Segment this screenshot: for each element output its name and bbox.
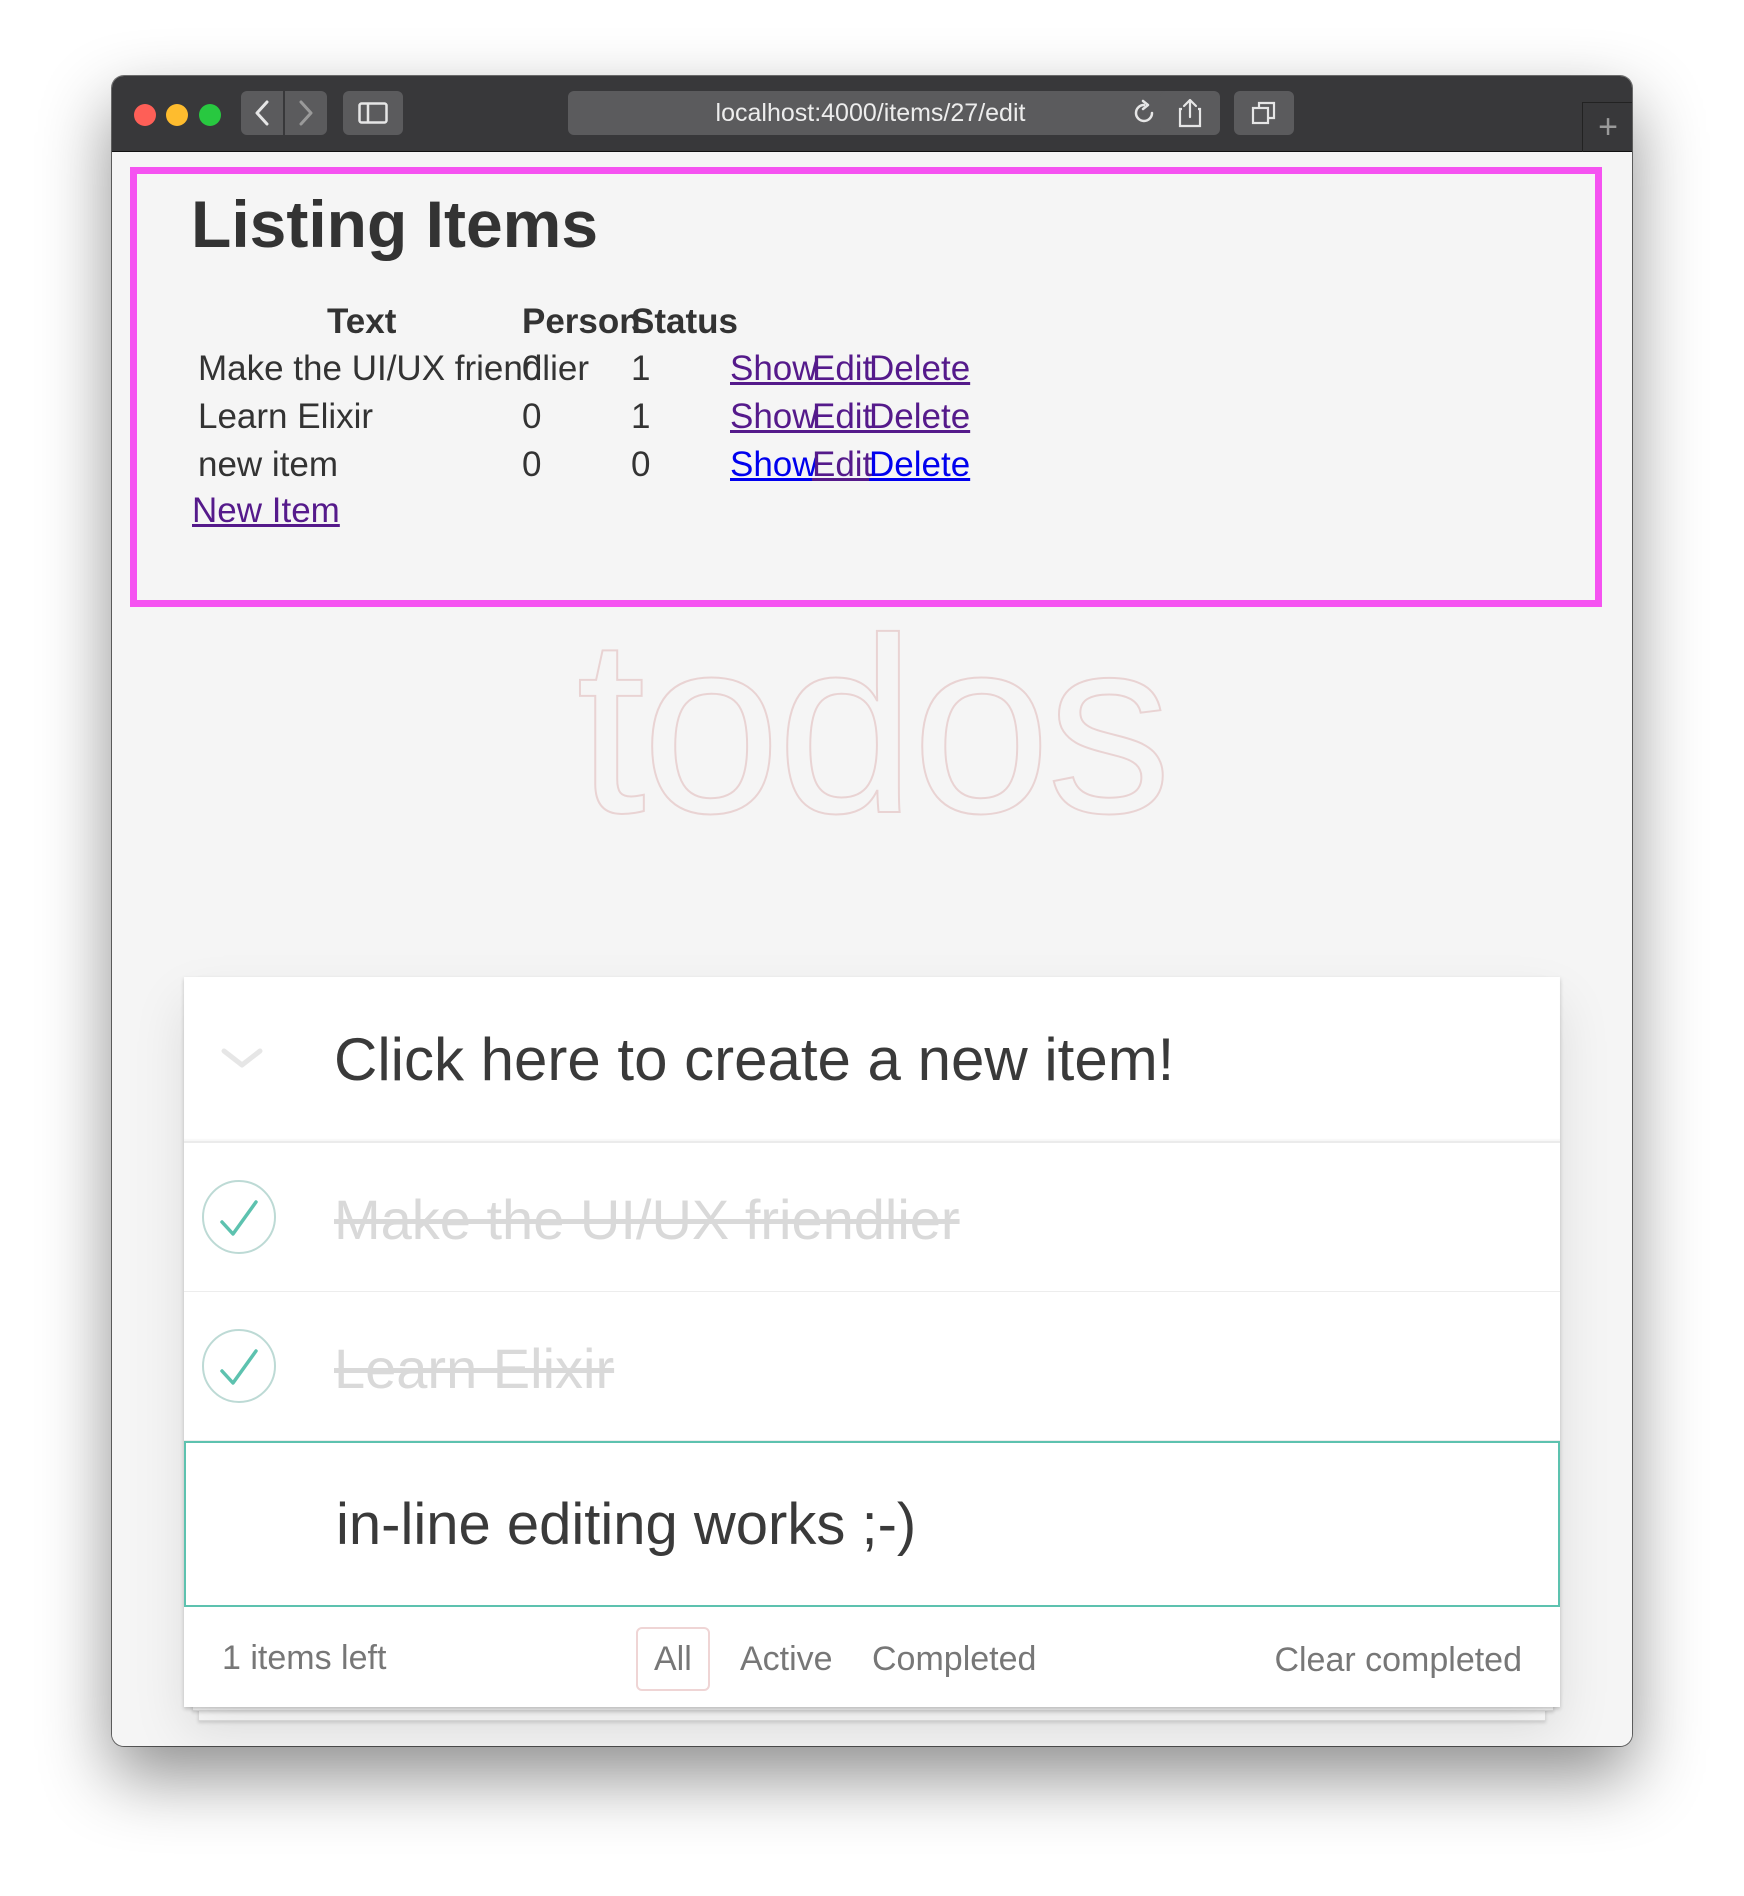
back-button[interactable] [241,91,283,135]
new-todo-row[interactable]: Click here to create a new item! [184,977,1560,1143]
edit-link[interactable]: Edit [812,445,872,485]
clear-completed-button[interactable]: Clear completed [1274,1641,1522,1680]
sidebar-icon [358,102,388,124]
browser-toolbar: localhost:4000/items/27/edit + [112,76,1632,152]
todo-app: Click here to create a new item! Make th… [184,977,1560,1721]
share-icon [1178,98,1202,128]
table-cell-text: Learn Elixir [198,397,374,436]
page-title: Listing Items [191,187,599,261]
delete-link[interactable]: Delete [869,349,970,389]
todo-toggle-checkbox[interactable] [202,1180,276,1254]
table-cell-text: new item [198,445,339,484]
delete-link[interactable]: Delete [869,397,970,437]
table-cell-person: 0 [522,397,542,436]
todo-footer: 1 items left All Active Completed Clear … [184,1607,1560,1707]
show-link[interactable]: Show [730,397,818,437]
zoom-window-button[interactable] [199,104,221,126]
edit-link[interactable]: Edit [812,349,872,389]
todo-toggle-checkbox[interactable] [202,1329,276,1403]
todo-item[interactable]: Make the UI/UX friendlier [184,1143,1560,1292]
minimize-window-button[interactable] [166,104,188,126]
table-cell-status: 0 [631,445,651,484]
column-header-person: Person [522,302,641,341]
delete-link[interactable]: Delete [869,445,970,485]
todo-card: Click here to create a new item! Make th… [184,977,1560,1707]
listing-items-section: Listing Items Text Person Status Make th… [130,167,1602,607]
checkmark-icon [220,1200,258,1236]
new-todo-input[interactable]: Click here to create a new item! [334,1025,1174,1094]
plus-icon: + [1598,108,1618,146]
filter-active[interactable]: Active [722,1627,851,1691]
share-button[interactable] [1160,91,1220,135]
column-header-text: Text [327,302,397,341]
new-item-link[interactable]: New Item [192,491,340,531]
todo-item-label[interactable]: Make the UI/UX friendlier [334,1187,960,1252]
show-link[interactable]: Show [730,445,818,485]
table-cell-person: 0 [522,349,542,388]
todo-item[interactable]: Learn Elixir [184,1292,1560,1441]
filter-all[interactable]: All [636,1627,710,1691]
close-window-button[interactable] [134,104,156,126]
browser-window: localhost:4000/items/27/edit + Listing I… [112,76,1632,1746]
url-text: localhost:4000/items/27/edit [715,98,1026,127]
page-content: Listing Items Text Person Status Make th… [112,152,1632,1746]
todo-item-label[interactable]: Learn Elixir [334,1336,614,1401]
column-header-status: Status [631,302,738,341]
reload-icon[interactable] [1130,99,1158,127]
todo-edit-row[interactable]: in-line editing works ;-) [184,1441,1560,1607]
new-tab-button[interactable]: + [1582,102,1632,152]
forward-button[interactable] [285,91,327,135]
toggle-all-chevron-icon[interactable] [218,1043,266,1073]
tab-overview-button[interactable] [1234,91,1294,135]
address-bar[interactable]: localhost:4000/items/27/edit [568,91,1173,135]
items-left-count: 1 items left [222,1639,387,1677]
tabs-icon [1251,101,1276,125]
chevron-left-icon [255,100,269,126]
filter-completed[interactable]: Completed [854,1627,1054,1691]
show-link[interactable]: Show [730,349,818,389]
todo-edit-input[interactable]: in-line editing works ;-) [336,1491,916,1558]
edit-link[interactable]: Edit [812,397,872,437]
todos-heading: todos [575,585,1173,866]
table-cell-status: 1 [631,397,651,436]
table-cell-person: 0 [522,445,542,484]
chevron-right-icon [299,100,313,126]
checkmark-icon [220,1349,258,1385]
sidebar-toggle-button[interactable] [343,91,403,135]
table-cell-status: 1 [631,349,651,388]
